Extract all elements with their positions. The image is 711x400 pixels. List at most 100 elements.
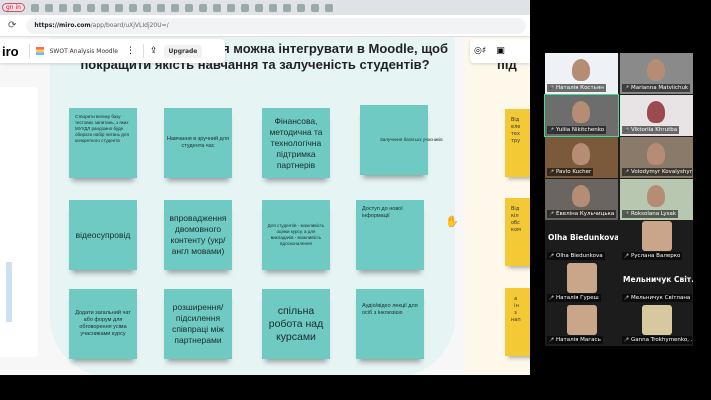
- tab-icon[interactable]: [31, 3, 39, 12]
- participant-name: Pavlo Kucher: [547, 168, 594, 176]
- more-menu-icon[interactable]: ⋮: [126, 46, 135, 56]
- participant-name: Наталія Гуреш: [547, 294, 601, 302]
- sticky-note[interactable]: Аудіо/відео лекції для осіб з інклюзією: [356, 289, 424, 359]
- tab-icon[interactable]: [115, 3, 123, 12]
- tab-icon[interactable]: [171, 3, 179, 12]
- participant-tile[interactable]: Marianna Matviichuk: [620, 53, 693, 94]
- participant-tile[interactable]: Olha Biedunkova Olha Biedunkova: [545, 221, 618, 262]
- participant-name: Наталія Костьян: [547, 84, 606, 92]
- comment-icon[interactable]: ▣: [496, 46, 505, 56]
- participant-tile[interactable]: Мельничук Світ... Мельничук Світлана: [620, 263, 693, 304]
- participant-tile[interactable]: Руслана Валерко: [620, 221, 693, 262]
- tab-icon[interactable]: [213, 3, 221, 12]
- board-icon: [35, 47, 44, 55]
- tab-icon[interactable]: [297, 3, 305, 12]
- participant-tile[interactable]: Pavlo Kucher: [545, 137, 618, 178]
- miro-top-toolbar: iro SWOT Analysis Moodle ⋮ ⇪ Upgrade: [0, 39, 225, 63]
- tab-icon[interactable]: [87, 3, 95, 12]
- toolbar-scroll[interactable]: [6, 262, 12, 322]
- participant-display-name: Olha Biedunkova: [548, 233, 618, 242]
- miro-logo[interactable]: iro: [2, 44, 19, 59]
- sticky-note-yellow[interactable]: Від еле тех тру: [505, 109, 530, 177]
- participant-tile-active-speaker[interactable]: Yuliia Nikitchenko: [544, 94, 619, 137]
- sticky-note[interactable]: спільна робота над курсами: [262, 289, 330, 359]
- video-feed: [647, 101, 665, 123]
- tab-icon[interactable]: [199, 3, 207, 12]
- hand-cursor-icon: ✋: [445, 215, 459, 228]
- url-host: https://miro.com: [34, 22, 91, 29]
- tab-icon[interactable]: [73, 3, 81, 12]
- board-name[interactable]: SWOT Analysis Moodle: [50, 48, 118, 55]
- left-toolbar: [0, 87, 38, 357]
- reload-icon[interactable]: ⟳: [8, 20, 16, 31]
- tab-icon[interactable]: [101, 3, 109, 12]
- participant-name: Мельничук Світлана: [622, 294, 692, 302]
- participant-tile[interactable]: Наталія Магась: [545, 305, 618, 346]
- url-field[interactable]: https://miro.com/app/board/uXjVLIdj20U=/: [26, 17, 527, 34]
- participant-tile[interactable]: Наталія Костьян: [545, 53, 618, 94]
- video-feed: [572, 101, 590, 123]
- participant-name: Руслана Валерко: [622, 252, 683, 260]
- avatar: [642, 221, 672, 251]
- tab-icon[interactable]: [325, 3, 333, 12]
- participant-name: Yuliia Nikitchenko: [547, 126, 607, 134]
- participant-name: Ganna Trokhymenko, ...: [622, 336, 692, 344]
- participant-name: Viktoriia Khrutba: [622, 126, 680, 134]
- right-toolbar: ◎♯ ▣: [470, 39, 530, 63]
- export-icon[interactable]: ⇪: [150, 46, 158, 56]
- participant-name: Наталія Магась: [547, 336, 603, 344]
- tab-icon[interactable]: [59, 3, 67, 12]
- sticky-note[interactable]: Навчання в зручний для студента час: [164, 108, 232, 178]
- tab-icon[interactable]: [129, 3, 137, 12]
- avatar: [642, 305, 672, 335]
- tab-icon[interactable]: [143, 3, 151, 12]
- tab-icon[interactable]: [283, 3, 291, 12]
- participant-tile[interactable]: Viktoriia Khrutba: [620, 95, 693, 136]
- participant-tile[interactable]: Roksolana Lysak: [620, 179, 693, 220]
- divider: [28, 44, 30, 58]
- participant-tile[interactable]: Наталія Гуреш: [545, 263, 618, 304]
- participant-name: Marianna Matviichuk: [622, 84, 691, 92]
- upgrade-button[interactable]: Upgrade: [163, 44, 203, 58]
- video-call-gallery: Наталія Костьян Marianna Matviichuk Yuli…: [544, 53, 693, 346]
- tab-icon[interactable]: [185, 3, 193, 12]
- sticky-note-yellow[interactable]: Від кіл обс ком: [505, 198, 530, 266]
- address-bar: ⟳ https://miro.com/app/board/uXjVLIdj20U…: [0, 15, 530, 37]
- sticky-note-yellow[interactable]: а ін з нап: [505, 288, 530, 356]
- tab-icon[interactable]: [157, 3, 165, 12]
- participant-tile[interactable]: Ganna Trokhymenko, ...: [620, 305, 693, 346]
- participant-tile[interactable]: Volodymyr Kovalyshyn: [620, 137, 693, 178]
- sign-in-button[interactable]: gn in: [2, 3, 25, 12]
- divider: [142, 44, 144, 58]
- tab-icon[interactable]: [255, 3, 263, 12]
- participant-name: Евеліна Кульчицька: [547, 210, 617, 218]
- sticky-note[interactable]: відеосупровід: [69, 200, 137, 270]
- participant-name: Olha Biedunkova: [547, 252, 605, 260]
- miro-board-canvas[interactable]: ...ції або методи навчання можна інтегру…: [0, 37, 530, 375]
- video-feed: [572, 59, 590, 81]
- video-feed: [572, 143, 590, 165]
- reactions-icon[interactable]: ◎♯: [474, 46, 486, 56]
- tab-icon[interactable]: [241, 3, 249, 12]
- participant-name: Roksolana Lysak: [622, 210, 679, 218]
- sticky-note[interactable]: Для студентів - можливість оцінки курсу,…: [262, 200, 330, 270]
- video-feed: [647, 185, 665, 207]
- sticky-note[interactable]: розширення/ підсилення співпраці між пар…: [164, 289, 232, 359]
- video-feed: [572, 185, 590, 207]
- browser-window: gn in ⟳ https://miro.com/app/board/uXjVL…: [0, 0, 530, 375]
- sticky-note[interactable]: Створити велику базу тестових запитань, …: [69, 108, 137, 178]
- tab-icon[interactable]: [311, 3, 319, 12]
- avatar: [567, 263, 597, 293]
- tab-icon[interactable]: [45, 3, 53, 12]
- participant-tile[interactable]: Евеліна Кульчицька: [545, 179, 618, 220]
- sticky-note[interactable]: Залучення багатьох учасників: [360, 105, 443, 175]
- participant-display-name: Мельничук Світ...: [623, 275, 693, 284]
- tab-icon[interactable]: [227, 3, 235, 12]
- url-path: /app/board/uXjVLIdj20U=/: [90, 22, 169, 29]
- tab-bar: gn in: [0, 0, 530, 15]
- sticky-note[interactable]: Фінансова, методична та технологічна під…: [262, 108, 330, 178]
- sticky-note[interactable]: впровадження двомовного контенту (укр/ан…: [164, 200, 232, 270]
- tab-icon[interactable]: [269, 3, 277, 12]
- sticky-note[interactable]: Додати загальний чат або форум для обгов…: [69, 289, 137, 359]
- sticky-note[interactable]: Доступ до нової інформації: [356, 200, 424, 270]
